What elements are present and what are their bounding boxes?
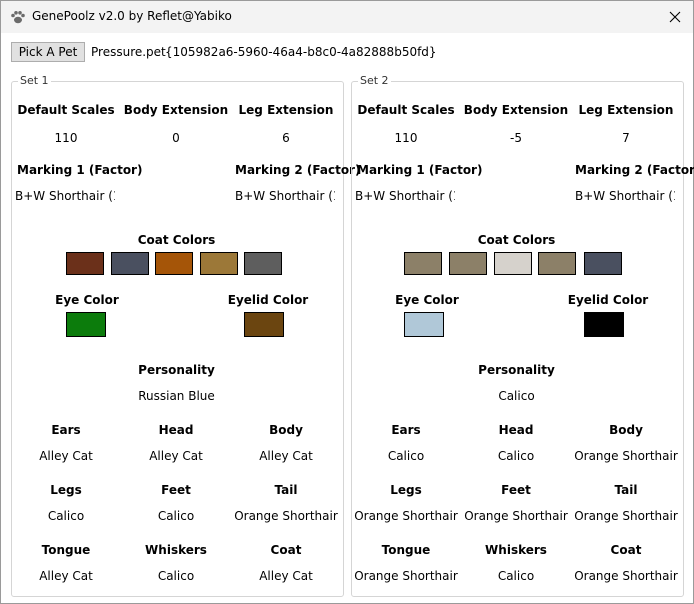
personality-label: Personality	[138, 363, 215, 377]
pet-filename: Pressure.pet	[91, 45, 166, 59]
pick-pet-button[interactable]: Pick A Pet	[11, 42, 85, 62]
marking-2-value: B+W Shorthair (100	[235, 189, 335, 203]
legs-value: Calico	[47, 509, 85, 523]
tongue-label: Tongue	[381, 543, 431, 557]
tail-label: Tail	[274, 483, 298, 497]
default-scales-label: Default Scales	[17, 103, 115, 117]
ears-label: Ears	[51, 423, 81, 437]
head-label: Head	[498, 423, 534, 437]
feet-label: Feet	[501, 483, 531, 497]
coat-label: Coat	[610, 543, 642, 557]
feet-label: Feet	[161, 483, 191, 497]
marking-1-value: B+W Shorthair (100	[15, 189, 115, 203]
ears-value: Alley Cat	[39, 449, 93, 463]
head-value: Alley Cat	[149, 449, 203, 463]
body-label: Body	[609, 423, 643, 437]
eye-color-label: Eye Color	[55, 293, 119, 307]
whiskers-label: Whiskers	[145, 543, 207, 557]
body-extension-label: Body Extension	[463, 103, 569, 117]
whiskers-label: Whiskers	[485, 543, 547, 557]
body-value: Orange Shorthair	[574, 449, 678, 463]
coat-color-swatch	[584, 252, 622, 275]
body-extension-label: Body Extension	[123, 103, 229, 117]
coat-color-swatch	[404, 252, 442, 275]
default-scales-value: 110	[394, 131, 418, 145]
tail-value: Orange Shorthair	[234, 509, 338, 523]
tail-label: Tail	[614, 483, 638, 497]
marking-1-value: B+W Shorthair (100	[355, 189, 455, 203]
eyelid-color-label: Eyelid Color	[227, 293, 309, 307]
feet-value: Orange Shorthair	[464, 509, 568, 523]
set-label: Set 2	[358, 74, 391, 87]
tongue-value: Alley Cat	[39, 569, 93, 583]
feet-value: Calico	[157, 509, 195, 523]
eye-color-swatch	[404, 312, 444, 337]
marking-2-label: Marking 2 (Factor)	[235, 163, 361, 177]
personality-label: Personality	[478, 363, 555, 377]
set-2-group: Set 2 Default Scales Body Extension Leg …	[351, 74, 694, 597]
coat-value: Alley Cat	[259, 569, 313, 583]
body-value: Alley Cat	[259, 449, 313, 463]
marking-1-label: Marking 1 (Factor)	[357, 163, 483, 177]
paw-icon	[11, 11, 25, 24]
coat-colors-label: Coat Colors	[477, 233, 556, 247]
eye-color-label: Eye Color	[395, 293, 459, 307]
title-bar: GenePoolz v2.0 by Reflet@Yabiko	[1, 1, 693, 33]
eyelid-color-label: Eyelid Color	[567, 293, 649, 307]
whiskers-value: Calico	[157, 569, 195, 583]
ears-label: Ears	[391, 423, 421, 437]
eyelid-color-swatch	[584, 312, 624, 337]
close-icon	[669, 11, 681, 23]
window-title: GenePoolz v2.0 by Reflet@Yabiko	[32, 9, 232, 23]
head-label: Head	[158, 423, 194, 437]
personality-value: Russian Blue	[138, 389, 215, 403]
leg-extension-value: 6	[282, 131, 290, 145]
coat-color-swatch	[494, 252, 532, 275]
whiskers-value: Calico	[497, 569, 535, 583]
app-window: GenePoolz v2.0 by Reflet@Yabiko Pick A P…	[0, 0, 694, 604]
set-1-group: Set 1 Default Scales Body Extension Leg …	[11, 74, 360, 597]
toolbar: Pick A Pet Pressure.pet {105982a6-5960-4…	[1, 33, 693, 73]
coat-color-swatch	[244, 252, 282, 275]
ears-value: Calico	[387, 449, 425, 463]
marking-1-label: Marking 1 (Factor)	[17, 163, 143, 177]
legs-value: Orange Shorthair	[354, 509, 458, 523]
leg-extension-value: 7	[622, 131, 630, 145]
tail-value: Orange Shorthair	[574, 509, 678, 523]
coat-color-swatch	[449, 252, 487, 275]
close-button[interactable]	[657, 1, 693, 33]
eye-color-swatch	[66, 312, 106, 337]
coat-colors-label: Coat Colors	[137, 233, 216, 247]
coat-color-swatch	[200, 252, 238, 275]
body-extension-value: 0	[172, 131, 180, 145]
coat-label: Coat	[270, 543, 302, 557]
leg-extension-label: Leg Extension	[578, 103, 674, 117]
personality-value: Calico	[498, 389, 535, 403]
default-scales-label: Default Scales	[357, 103, 455, 117]
legs-label: Legs	[390, 483, 422, 497]
tongue-label: Tongue	[41, 543, 91, 557]
coat-color-swatch	[66, 252, 104, 275]
marking-2-value: B+W Shorthair (100	[575, 189, 675, 203]
default-scales-value: 110	[54, 131, 78, 145]
tongue-value: Orange Shorthair	[354, 569, 458, 583]
pet-guid: {105982a6-5960-46a4-b8c0-4a82888b50fd}	[165, 45, 437, 59]
body-extension-value: -5	[510, 131, 522, 145]
set-label: Set 1	[18, 74, 51, 87]
coat-color-swatch	[155, 252, 193, 275]
body-label: Body	[269, 423, 303, 437]
marking-2-label: Marking 2 (Factor)	[575, 163, 694, 177]
head-value: Calico	[497, 449, 535, 463]
coat-color-swatch	[538, 252, 576, 275]
coat-color-swatch	[111, 252, 149, 275]
legs-label: Legs	[50, 483, 82, 497]
eyelid-color-swatch	[244, 312, 284, 337]
leg-extension-label: Leg Extension	[238, 103, 334, 117]
coat-value: Orange Shorthair	[574, 569, 678, 583]
